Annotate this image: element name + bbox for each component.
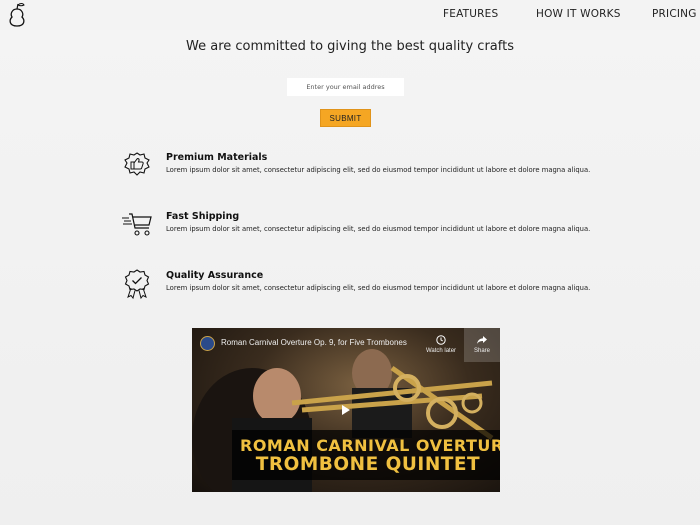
fast-cart-icon [122,213,152,236]
email-input[interactable] [287,78,404,96]
share-label: Share [473,348,490,354]
feature-premium-materials: Premium Materials Lorem ipsum dolor sit … [120,150,590,184]
award-ribbon-icon [124,269,150,300]
feature-title: Fast Shipping [166,211,240,222]
play-icon[interactable] [337,402,353,418]
hero-headline: We are committed to giving the best qual… [186,39,514,54]
watch-later-label: Watch later [425,348,457,354]
feature-title: Quality Assurance [166,270,264,281]
share-arrow-icon [477,336,487,344]
pear-logo-icon[interactable] [6,0,28,28]
thumbs-up-badge-icon [124,152,150,176]
nav-link-pricing[interactable]: PRICING [652,8,697,20]
feature-title: Premium Materials [166,152,268,163]
clock-icon [436,335,446,345]
feature-description: Lorem ipsum dolor sit amet, consectetur … [166,166,591,174]
video-player[interactable]: Roman Carnival Overture Op. 9, for Five … [192,328,500,492]
feature-quality-assurance: Quality Assurance Lorem ipsum dolor sit … [120,268,590,302]
nav-link-features[interactable]: FEATURES [443,8,498,20]
banner-title-line-1: ROMAN CARNIVAL OVERTURE [240,436,500,455]
feature-description: Lorem ipsum dolor sit amet, consectetur … [166,284,591,292]
feature-description: Lorem ipsum dolor sit amet, consectetur … [166,225,591,233]
feature-fast-shipping: Fast Shipping Lorem ipsum dolor sit amet… [120,209,590,243]
watch-later-button[interactable]: Watch later [422,334,460,354]
nav-link-how-it-works[interactable]: HOW IT WORKS [536,8,621,20]
top-navigation-bar: FEATURES HOW IT WORKS PRICING [0,0,700,30]
video-title[interactable]: Roman Carnival Overture Op. 9, for Five … [221,338,407,347]
channel-avatar[interactable] [200,336,215,351]
submit-button[interactable]: SUBMIT [320,109,371,127]
banner-title-line-2: TROMBONE QUINTET [255,454,481,475]
share-button[interactable]: Share [464,328,500,362]
